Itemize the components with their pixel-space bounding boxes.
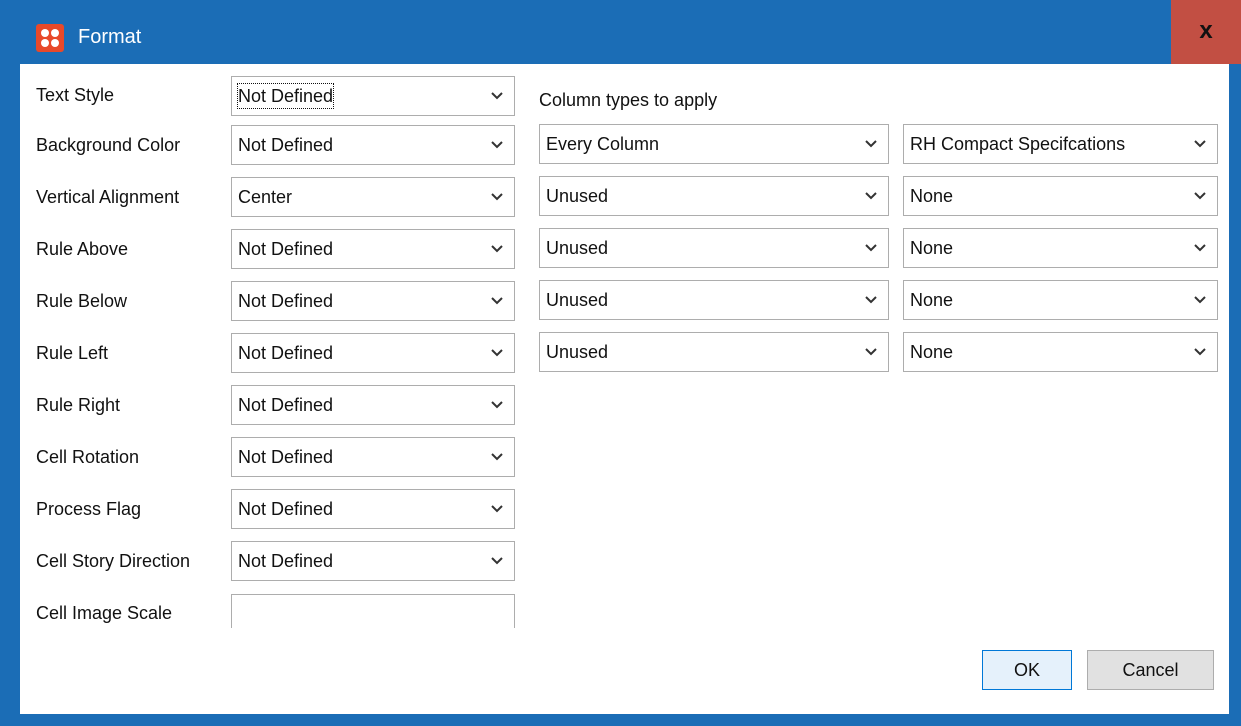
select-value: Not Defined	[238, 499, 334, 519]
label-rule-left: Rule Left	[36, 343, 109, 363]
chevron-down-icon	[491, 245, 503, 253]
app-icon	[36, 24, 64, 52]
label-cell-rotation: Cell Rotation	[36, 447, 140, 467]
select-value: None	[910, 342, 954, 362]
select-value: Not Defined	[238, 343, 334, 363]
chevron-down-icon	[491, 401, 503, 409]
select-value: Not Defined	[238, 239, 334, 259]
select-value: None	[910, 290, 954, 310]
column-style-select-2[interactable]: None	[903, 176, 1218, 216]
select-value: Not Defined	[238, 447, 334, 467]
select-value: Not Defined	[236, 83, 335, 109]
format-dialog: Format x Text Style Background Color Ver…	[0, 0, 1241, 726]
label-cell-image-scale: Cell Image Scale	[36, 603, 173, 623]
chevron-down-icon	[491, 193, 503, 201]
ok-button[interactable]: OK	[982, 650, 1072, 690]
chevron-down-icon	[865, 244, 877, 252]
title-bar[interactable]: Format x	[0, 0, 1241, 64]
chevron-down-icon	[1194, 348, 1206, 356]
select-value: Center	[238, 187, 293, 207]
label-rule-above: Rule Above	[36, 239, 129, 259]
select-value: Not Defined	[238, 551, 334, 571]
close-button[interactable]: x	[1171, 0, 1241, 64]
chevron-down-icon	[1194, 296, 1206, 304]
label-rule-right: Rule Right	[36, 395, 121, 415]
cancel-button[interactable]: Cancel	[1087, 650, 1214, 690]
select-value: RH Compact Specifcations	[910, 134, 1126, 154]
select-value: Every Column	[546, 134, 660, 154]
column-type-select-2[interactable]: Unused	[539, 176, 889, 216]
chevron-down-icon	[491, 92, 503, 100]
chevron-down-icon	[865, 140, 877, 148]
column-style-select-5[interactable]: None	[903, 332, 1218, 372]
rule-left-select[interactable]: Not Defined	[231, 333, 515, 373]
chevron-down-icon	[1194, 192, 1206, 200]
chevron-down-icon	[1194, 244, 1206, 252]
select-value: None	[910, 238, 954, 258]
select-value: Not Defined	[238, 135, 334, 155]
chevron-down-icon	[865, 192, 877, 200]
select-value: None	[910, 186, 954, 206]
chevron-down-icon	[491, 141, 503, 149]
vertical-alignment-select[interactable]: Center	[231, 177, 515, 217]
rule-below-select[interactable]: Not Defined	[231, 281, 515, 321]
label-cell-story-direction: Cell Story Direction	[36, 551, 191, 571]
column-style-select-1[interactable]: RH Compact Specifcations	[903, 124, 1218, 164]
cancel-button-label: Cancel	[1122, 660, 1179, 680]
label-rule-below: Rule Below	[36, 291, 128, 311]
text-style-select[interactable]: Not Defined	[231, 76, 515, 116]
column-type-select-4[interactable]: Unused	[539, 280, 889, 320]
background-color-select[interactable]: Not Defined	[231, 125, 515, 165]
select-value: Unused	[546, 342, 609, 362]
select-value: Unused	[546, 290, 609, 310]
label-text-style: Text Style	[36, 85, 115, 105]
chevron-down-icon	[491, 297, 503, 305]
label-background-color: Background Color	[36, 135, 181, 155]
rule-right-select[interactable]: Not Defined	[231, 385, 515, 425]
cell-rotation-select[interactable]: Not Defined	[231, 437, 515, 477]
process-flag-select[interactable]: Not Defined	[231, 489, 515, 529]
chevron-down-icon	[491, 453, 503, 461]
cell-image-scale-input[interactable]	[231, 594, 515, 628]
select-value: Unused	[546, 186, 609, 206]
rule-above-select[interactable]: Not Defined	[231, 229, 515, 269]
chevron-down-icon	[491, 505, 503, 513]
column-style-select-4[interactable]: None	[903, 280, 1218, 320]
column-style-select-3[interactable]: None	[903, 228, 1218, 268]
select-value: Not Defined	[238, 291, 334, 311]
ok-button-label: OK	[1013, 660, 1040, 680]
chevron-down-icon	[865, 296, 877, 304]
close-icon: x	[1199, 17, 1213, 44]
chevron-down-icon	[491, 349, 503, 357]
column-types-heading: Column types to apply	[539, 90, 718, 110]
column-type-select-3[interactable]: Unused	[539, 228, 889, 268]
column-type-select-1[interactable]: Every Column	[539, 124, 889, 164]
label-process-flag: Process Flag	[36, 499, 142, 519]
label-vertical-alignment: Vertical Alignment	[36, 187, 180, 207]
chevron-down-icon	[865, 348, 877, 356]
select-value: Unused	[546, 238, 609, 258]
cell-story-direction-select[interactable]: Not Defined	[231, 541, 515, 581]
dialog-body: Text Style Background Color Vertical Ali…	[20, 64, 1229, 714]
chevron-down-icon	[491, 557, 503, 565]
select-value: Not Defined	[238, 395, 334, 415]
window-title: Format	[78, 26, 142, 48]
chevron-down-icon	[1194, 140, 1206, 148]
column-type-select-5[interactable]: Unused	[539, 332, 889, 372]
